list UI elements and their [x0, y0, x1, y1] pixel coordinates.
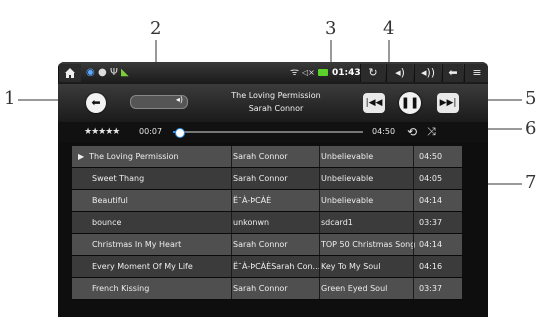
repeat-icon[interactable]: ⟲ [407, 122, 417, 142]
progress-row: ★★★★★ 00:07 04:50 ⟲ ⤨ [58, 122, 488, 142]
track-duration: 04:14 [419, 196, 443, 205]
track-title: ▶ The Loving Permission [78, 146, 233, 167]
previous-icon[interactable]: |◀◀ [363, 93, 385, 113]
track-row[interactable]: Sweet Thang Sarah Connor Unbelievable 04:05 [72, 168, 462, 190]
track-album: sdcard1 [321, 218, 353, 227]
volume-down-icon[interactable]: ◂) [386, 64, 413, 82]
media-icon: ◉ [86, 67, 95, 78]
track-artist: Sarah Connor [233, 174, 288, 183]
column-separator [413, 256, 414, 277]
column-separator [231, 234, 232, 255]
callout-7: 7 [525, 172, 537, 193]
phone-icon: ◣ [121, 67, 129, 78]
track-title: bounce [92, 218, 122, 227]
column-separator [231, 146, 232, 167]
refresh-icon[interactable]: ↻ [360, 64, 385, 82]
track-row[interactable]: bounce unkonwn sdcard1 03:37 [72, 212, 462, 234]
callout-1: 1 [4, 88, 16, 109]
callout-5: 5 [525, 88, 537, 109]
column-separator [413, 146, 414, 167]
track-duration: 04:50 [419, 152, 443, 161]
callout-3: 3 [325, 18, 337, 39]
seek-bar[interactable] [173, 128, 363, 138]
speaker-icon: ◂) [175, 95, 183, 104]
next-icon[interactable]: ▶▶| [437, 93, 459, 113]
track-row[interactable]: Every Moment Of My Life Ë¯À-ÞCÀÈSarah Con… [72, 256, 462, 278]
column-separator [319, 190, 320, 211]
column-separator [413, 212, 414, 233]
column-separator [413, 278, 414, 299]
home-icon[interactable] [58, 64, 81, 82]
track-row[interactable]: Beautiful Ë¯À-ÞCÀÈ Unbelievable 04:14 [72, 190, 462, 212]
column-separator [319, 234, 320, 255]
column-separator [231, 256, 232, 277]
track-album: Unbelievable [321, 174, 374, 183]
callout-4: 4 [383, 18, 395, 39]
seek-handle[interactable] [174, 128, 185, 138]
column-separator [319, 168, 320, 189]
track-duration: 04:16 [419, 262, 443, 271]
track-album: Key To My Soul [321, 262, 381, 271]
media-player-screen: ◉ ● Ψ ◣ ᯤ ◁× 01:43 ↻ ◂) ◂)) ⬅ ≡ ⬅ ◂) The… [58, 62, 488, 317]
column-separator [231, 168, 232, 189]
track-duration: 03:37 [419, 284, 443, 293]
shuffle-icon[interactable]: ⤨ [427, 122, 436, 142]
bluetooth-icon: ● [98, 67, 107, 78]
total-time: 04:50 [372, 127, 396, 136]
elapsed-time: 00:07 [139, 127, 163, 136]
player-header: ⬅ ◂) The Loving Permission Sarah Connor … [58, 84, 488, 122]
status-time: 01:43 [332, 68, 361, 78]
track-title: French Kissing [92, 284, 150, 293]
column-separator [231, 278, 232, 299]
now-playing-artist: Sarah Connor [248, 104, 304, 113]
column-separator [413, 168, 414, 189]
track-row[interactable]: ▶ The Loving Permission Sarah Connor Unbeli… [72, 146, 462, 168]
callout-6: 6 [525, 118, 537, 139]
mute-icon: ◁× [302, 68, 315, 77]
back-icon[interactable]: ⬅ [86, 93, 106, 113]
track-title: Beautiful [92, 196, 128, 205]
battery-icon [318, 69, 328, 76]
track-album: Green Eyed Soul [321, 284, 388, 293]
track-row[interactable]: Christmas In My Heart Sarah Connor TOP 50 … [72, 234, 462, 256]
callout-2: 2 [150, 18, 162, 39]
column-separator [413, 234, 414, 255]
track-album: TOP 50 Christmas Song [321, 240, 415, 249]
now-playing-title: The Loving Permission [231, 91, 321, 100]
track-artist: Sarah Connor [233, 240, 288, 249]
track-album: Unbelievable [321, 152, 374, 161]
column-separator [231, 190, 232, 211]
usb-icon: Ψ [110, 67, 118, 78]
track-duration: 04:05 [419, 174, 443, 183]
column-separator [231, 212, 232, 233]
column-separator [319, 256, 320, 277]
back-arrow-icon[interactable]: ⬅ [442, 64, 463, 82]
track-title: Christmas In My Heart [92, 240, 182, 249]
track-row[interactable]: French Kissing Sarah Connor Green Eyed Sou… [72, 278, 462, 300]
volume-up-icon[interactable]: ◂)) [414, 64, 441, 82]
track-artist: Ë¯À-ÞCÀÈ [233, 196, 272, 205]
track-title: Every Moment Of My Life [92, 262, 193, 271]
track-artist: Ë¯À-ÞCÀÈSarah Con... [233, 262, 320, 271]
track-duration: 04:14 [419, 240, 443, 249]
track-duration: 03:37 [419, 218, 443, 227]
menu-icon[interactable]: ≡ [464, 64, 488, 82]
wifi-icon: ᯤ [290, 67, 300, 78]
now-playing-marker-icon: ▶ [78, 152, 85, 161]
column-separator [413, 190, 414, 211]
rating-stars[interactable]: ★★★★★ [84, 122, 120, 142]
track-artist: unkonwn [233, 218, 270, 227]
track-title: Sweet Thang [92, 174, 145, 183]
column-separator [319, 278, 320, 299]
pause-icon[interactable]: ❚❚ [399, 92, 421, 114]
volume-control[interactable]: ◂) [130, 95, 188, 109]
column-separator [319, 212, 320, 233]
status-bar: ◉ ● Ψ ◣ ᯤ ◁× 01:43 ↻ ◂) ◂)) ⬅ ≡ [58, 62, 488, 84]
track-artist: Sarah Connor [233, 284, 288, 293]
track-list: ▶ The Loving Permission Sarah Connor Unbeli… [72, 146, 462, 300]
track-album: Unbelievable [321, 196, 374, 205]
track-title-text: The Loving Permission [89, 152, 179, 161]
column-separator [319, 146, 320, 167]
track-artist: Sarah Connor [233, 152, 288, 161]
